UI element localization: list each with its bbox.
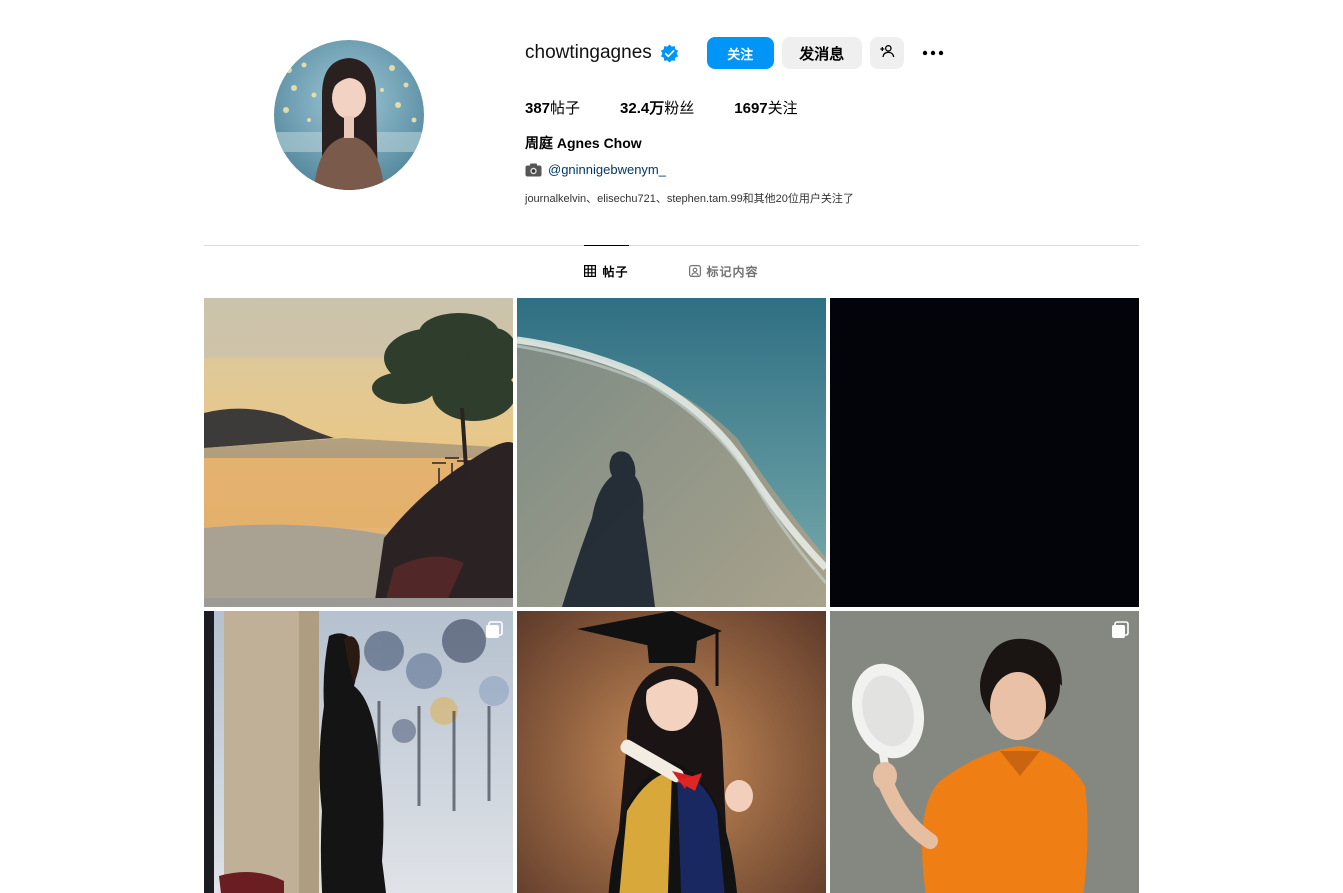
tab-tagged-label: 标记内容 — [706, 264, 759, 279]
avatar[interactable] — [274, 40, 424, 190]
profile-header: chowtingagnes 关注 发消息 387帖子 32.4万粉丝 1697关… — [204, 0, 1139, 245]
profile-actions-row: chowtingagnes 关注 发消息 — [525, 37, 946, 69]
post-thumbnail[interactable] — [204, 611, 513, 893]
profile-tabs: 帖子 标记内容 — [204, 245, 1139, 297]
followed-by-text[interactable]: journalkelvin、elisechu721、stephen.tam.99… — [525, 190, 854, 206]
username: chowtingagnes — [525, 42, 652, 63]
tagged-icon — [688, 265, 701, 278]
multiple-photos-icon — [485, 621, 503, 639]
profile-stats: 387帖子 32.4万粉丝 1697关注 — [525, 97, 838, 118]
suggest-accounts-button[interactable] — [869, 37, 904, 69]
tab-posts-label: 帖子 — [602, 264, 629, 279]
post-thumbnail[interactable] — [830, 298, 1139, 607]
posts-count[interactable]: 387帖子 — [525, 97, 580, 118]
followers-count-value: 32.4万 — [620, 100, 665, 117]
camera-icon — [525, 163, 542, 177]
tab-posts[interactable]: 帖子 — [584, 245, 629, 297]
followers-count[interactable]: 32.4万粉丝 — [620, 97, 694, 118]
tab-tagged[interactable]: 标记内容 — [688, 245, 759, 297]
more-horizontal-icon — [922, 50, 943, 56]
multiple-photos-icon — [1111, 621, 1129, 639]
bio-link-text[interactable]: @gninnigebwenym_ — [548, 162, 666, 177]
follow-button[interactable]: 关注 — [706, 37, 774, 69]
grid-icon — [584, 265, 597, 278]
post-thumbnail[interactable] — [830, 611, 1139, 893]
followers-count-label: 粉丝 — [664, 100, 695, 117]
post-thumbnail[interactable] — [517, 298, 826, 607]
posts-count-value: 387 — [525, 100, 551, 117]
full-name: 周庭 Agnes Chow — [525, 135, 642, 151]
following-count-value: 1697 — [734, 100, 768, 117]
posts-count-label: 帖子 — [550, 100, 581, 117]
posts-grid — [204, 298, 1139, 893]
following-count-label: 关注 — [767, 100, 798, 117]
message-button[interactable]: 发消息 — [781, 37, 862, 69]
post-thumbnail[interactable] — [204, 298, 513, 607]
bio-link[interactable]: @gninnigebwenym_ — [525, 162, 666, 177]
verified-badge-icon — [660, 43, 679, 63]
add-person-icon — [879, 43, 895, 63]
following-count[interactable]: 1697关注 — [734, 97, 797, 118]
post-thumbnail[interactable] — [517, 611, 826, 893]
more-options-button[interactable] — [920, 37, 946, 69]
